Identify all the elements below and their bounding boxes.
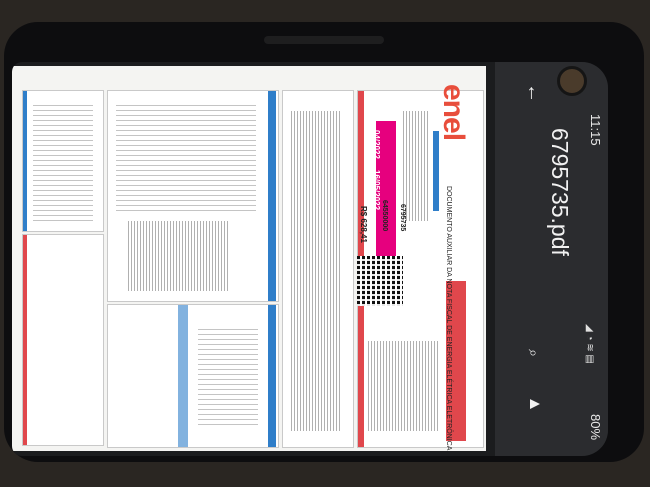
reference-month: 04/2022 <box>372 130 381 159</box>
app-toolbar: ← 6795735.pdf 11:15 ◢ ◔ ≋ ▤ 80% ⌕ ▲ <box>495 62 608 456</box>
doc-panel-left-mid <box>22 234 104 446</box>
status-time: 11:15 <box>588 114 603 146</box>
pdf-page[interactable]: enel DOCUMENTO AUXILIAR DA NOTA FISCAL D… <box>12 66 486 451</box>
drive-add-icon[interactable]: ▲ <box>525 394 545 414</box>
due-date: 16/05/2022 <box>372 170 381 211</box>
status-battery: 80% <box>588 414 603 441</box>
front-camera <box>557 66 587 96</box>
doc-panel-center-bottom <box>107 304 279 448</box>
doc-panel-center <box>107 90 279 302</box>
phone-frame: enel DOCUMENTO AUXILIAR DA NOTA FISCAL D… <box>4 22 644 462</box>
doc-panel-main <box>282 90 354 448</box>
install-code: 6795735 <box>399 204 406 232</box>
back-arrow-icon[interactable]: ← <box>523 82 546 104</box>
client-code: 64550000 <box>381 200 388 232</box>
enel-logo: enel <box>437 84 470 141</box>
signal-wifi-icon: ◢ ◔ ≋ ▤ <box>584 324 595 364</box>
qr-code <box>357 256 403 306</box>
glare <box>264 36 384 44</box>
doc-panel-left-top <box>22 90 104 232</box>
lens-search-icon[interactable]: ⌕ <box>525 344 543 362</box>
screen: enel DOCUMENTO AUXILIAR DA NOTA FISCAL D… <box>12 62 608 456</box>
doc-heading: DOCUMENTO AUXILIAR DA NOTA FISCAL DE ENE… <box>445 186 452 451</box>
total-due: R$ 628,41 <box>359 206 368 243</box>
document-title: 6795735.pdf <box>547 128 573 256</box>
